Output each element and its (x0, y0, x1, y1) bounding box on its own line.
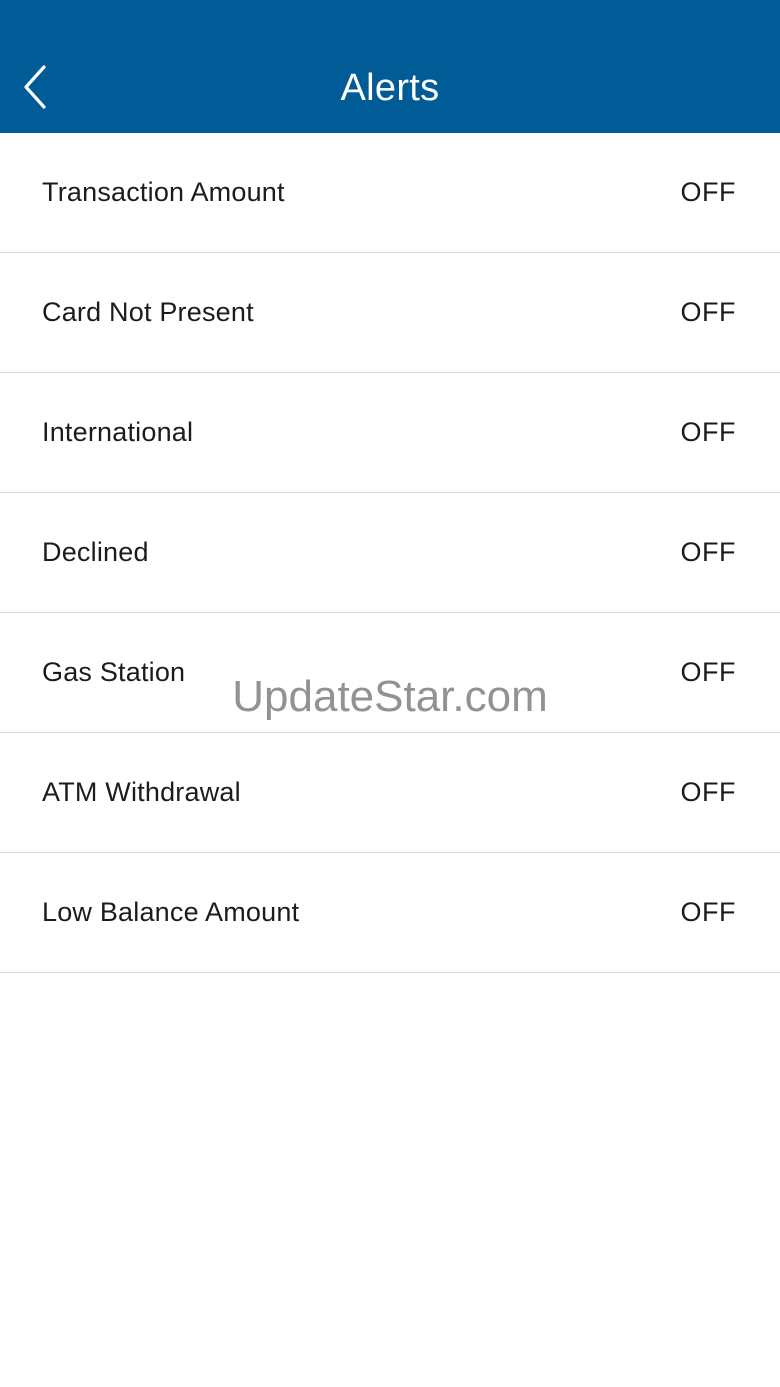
alert-label: Low Balance Amount (42, 897, 300, 927)
alert-status: OFF (680, 417, 736, 447)
alert-status: OFF (680, 297, 736, 327)
alert-row-low-balance-amount[interactable]: Low Balance Amount OFF (0, 853, 780, 973)
alert-label: Transaction Amount (42, 177, 285, 207)
alert-status: OFF (680, 537, 736, 567)
alerts-list: Transaction Amount OFF Card Not Present … (0, 133, 780, 973)
alert-label: Card Not Present (42, 297, 254, 327)
alert-label: ATM Withdrawal (42, 777, 241, 807)
alert-row-transaction-amount[interactable]: Transaction Amount OFF (0, 133, 780, 253)
alert-label: Gas Station (42, 657, 186, 687)
alert-row-atm-withdrawal[interactable]: ATM Withdrawal OFF (0, 733, 780, 853)
alert-status: OFF (680, 177, 736, 207)
alert-status: OFF (680, 897, 736, 927)
alert-label: Declined (42, 537, 149, 567)
alert-row-international[interactable]: International OFF (0, 373, 780, 493)
page-title: Alerts (340, 67, 440, 109)
alert-row-gas-station[interactable]: Gas Station OFF (0, 613, 780, 733)
alert-status: OFF (680, 777, 736, 807)
navigation-bar: Alerts (0, 0, 780, 133)
alert-row-card-not-present[interactable]: Card Not Present OFF (0, 253, 780, 373)
alert-status: OFF (680, 657, 736, 687)
alert-row-declined[interactable]: Declined OFF (0, 493, 780, 613)
alert-label: International (42, 417, 194, 447)
